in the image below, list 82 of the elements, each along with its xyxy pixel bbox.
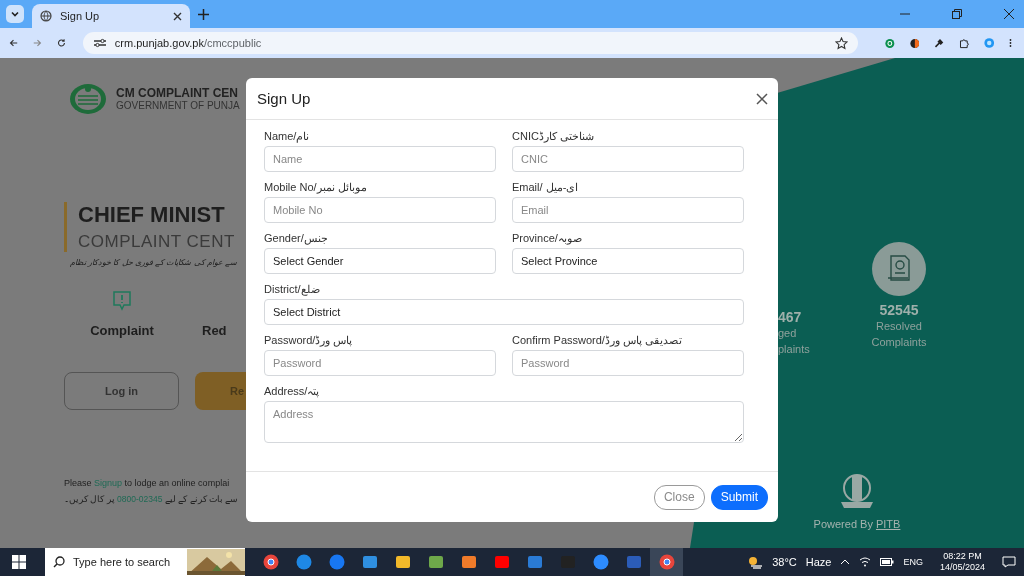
video-icon[interactable] [493, 554, 510, 570]
stat-label: plaints [778, 342, 810, 357]
clock-time: 08:22 PM [943, 551, 982, 562]
input-field[interactable]: Mobile No [264, 197, 496, 223]
document-icon[interactable] [625, 554, 642, 570]
pitb-link[interactable]: PITB [875, 518, 901, 530]
social-icon[interactable] [328, 554, 345, 570]
field-label: Name/نام [264, 130, 310, 143]
input-field[interactable]: CNIC [512, 146, 744, 172]
site-subtitle: GOVERNMENT OF PUNJA [116, 99, 240, 111]
language-indicator[interactable]: ENG [903, 557, 923, 567]
document-check-icon [872, 242, 926, 296]
tab-list-button[interactable] [6, 5, 24, 23]
stat-label: ged [778, 326, 797, 341]
start-icon[interactable] [12, 555, 26, 569]
field-label: Province/صوبہ [512, 232, 582, 245]
field-label: Password/پاس ورڈ [264, 334, 353, 347]
select-field[interactable]: Select Province [512, 248, 744, 274]
back-icon[interactable] [9, 37, 18, 49]
close-icon[interactable] [756, 92, 768, 105]
notification-icon[interactable] [1002, 556, 1016, 568]
stat-number: 467 [778, 309, 802, 325]
field-label: Gender/جنس [264, 232, 328, 245]
menu-icon[interactable] [1009, 37, 1012, 49]
dialog-title: Sign Up [257, 90, 311, 107]
package-icon[interactable] [460, 554, 477, 570]
site-settings-icon[interactable] [92, 37, 107, 49]
browser-icon[interactable] [262, 554, 279, 570]
caret-icon [10, 9, 20, 19]
code-editor-icon[interactable] [361, 554, 378, 570]
weather-icon [747, 555, 764, 569]
field-label: Confirm Password/تصدیقی پاس ورڈ [512, 334, 683, 347]
select-field[interactable]: Select District [264, 299, 744, 325]
stat-label: Resolved [876, 319, 922, 334]
browser-tab[interactable]: Sign Up [32, 4, 190, 28]
video-call-icon[interactable] [592, 554, 609, 570]
site-title: CM COMPLAINT CEN [116, 85, 239, 100]
puzzle-icon[interactable] [958, 36, 969, 50]
chevron-up-icon[interactable] [840, 559, 851, 565]
close-icon[interactable] [1004, 9, 1014, 19]
new-tab-icon[interactable] [198, 8, 209, 20]
search-icon [53, 556, 65, 568]
input-field[interactable]: Email [512, 197, 744, 223]
address-bar[interactable]: crm.punjab.gov.pk/cmccpublic [82, 32, 858, 54]
mail-icon[interactable] [526, 554, 543, 570]
input-field[interactable]: Password [264, 350, 496, 376]
field-label: Mobile No/موبائل نمبر [264, 181, 367, 194]
taskbar-search-field[interactable]: Type here to search [45, 548, 245, 576]
input-field[interactable]: Name [264, 146, 496, 172]
notepad-icon[interactable] [427, 554, 444, 570]
powered-by-text: Powered By PITB [813, 518, 901, 530]
field-label: District/ضلع [264, 283, 320, 296]
folder-icon[interactable] [394, 554, 411, 570]
feature-label: Complaint [90, 323, 154, 338]
restore-icon[interactable] [952, 9, 962, 19]
temperature: 38°C [772, 556, 797, 568]
battery-icon[interactable] [880, 558, 895, 566]
close-button[interactable]: Close [653, 484, 705, 510]
browser-icon[interactable] [658, 554, 675, 570]
wifi-icon[interactable] [859, 557, 872, 567]
close-icon[interactable] [173, 11, 182, 21]
stat-number: 52545 [879, 302, 919, 318]
field-label: Address/پتہ [264, 385, 320, 398]
submit-button[interactable]: Submit [710, 484, 768, 510]
tagline: سے عوام کی شکایات کے فوری حل کا خودکار نظام [70, 258, 237, 267]
stat-label: Complaints [871, 335, 927, 350]
field-label: Email/ ای-میل [512, 181, 579, 194]
weather-condition: Haze [805, 556, 832, 568]
feature-label: Red [202, 323, 227, 338]
input-field[interactable]: Password [512, 350, 744, 376]
select-field[interactable]: Select Gender [264, 248, 496, 274]
bookmark-star-icon[interactable] [834, 36, 848, 50]
hero-subtitle: COMPLAINT CENT [78, 232, 236, 252]
field-label: CNICشناختی کارڈ [512, 130, 594, 143]
signup-prompt: Please Signup to lodge an online complai [64, 478, 231, 488]
address-field[interactable]: Address [264, 401, 744, 443]
hero-title: CHIEF MINIST [78, 202, 226, 228]
extension-icon[interactable] [909, 36, 920, 50]
globe-icon [40, 10, 52, 22]
clock-date: 14/05/2024 [939, 562, 985, 573]
reload-icon[interactable] [56, 37, 66, 49]
alert-message-icon [113, 291, 131, 311]
